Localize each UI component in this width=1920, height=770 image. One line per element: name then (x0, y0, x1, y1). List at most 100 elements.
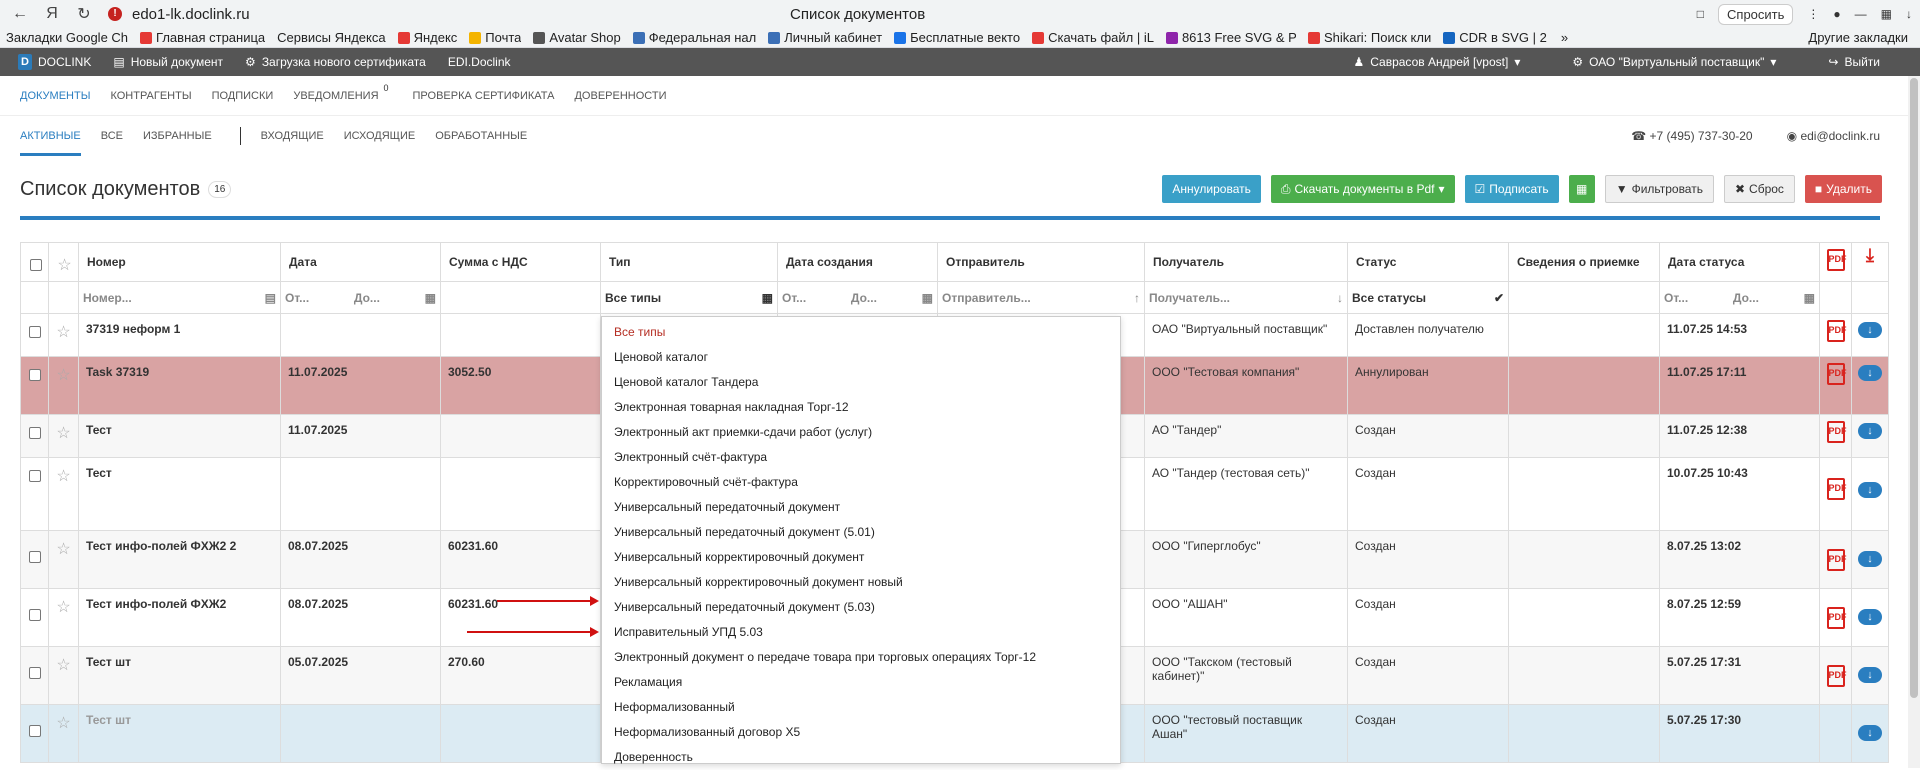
menu-icon[interactable]: ⋮ (1807, 7, 1819, 21)
bookmark-icon[interactable]: □ (1697, 7, 1704, 21)
doclink-logo[interactable]: D DOCLINK (18, 54, 91, 70)
email-contact[interactable]: ◉ edi@doclink.ru (1787, 129, 1880, 143)
row-checkbox[interactable] (28, 609, 41, 621)
yandex-icon[interactable]: Я (40, 5, 64, 23)
row-checkbox[interactable] (28, 667, 41, 679)
favorite-star-icon[interactable]: ☆ (48, 457, 79, 531)
type-option[interactable]: Доверенность (602, 745, 1120, 770)
type-filter-select[interactable]: Все типы ▦ (605, 291, 773, 305)
col-acceptance[interactable]: Сведения о приемке (1508, 242, 1660, 282)
cloud-download-icon[interactable]: ↓ (1858, 322, 1882, 338)
sort-down-icon[interactable]: ↓ (1337, 291, 1343, 305)
pdf-icon[interactable]: PDF (1826, 607, 1847, 629)
tab-incoming[interactable]: ВХОДЯЩИЕ (261, 116, 324, 156)
col-sum[interactable]: Сумма с НДС (440, 242, 601, 282)
annul-button[interactable]: Аннулировать (1162, 175, 1261, 203)
tab-favorites[interactable]: ИЗБРАННЫЕ (143, 116, 212, 156)
favorite-star-icon[interactable]: ☆ (48, 414, 79, 458)
type-option[interactable]: Универсальный передаточный документ (602, 495, 1120, 520)
tab-processed[interactable]: ОБРАБОТАННЫЕ (435, 116, 527, 156)
type-option[interactable]: Электронная товарная накладная Торг-12 (602, 395, 1120, 420)
status-filter-select[interactable]: Все статусы ✔ (1352, 291, 1504, 305)
user-menu[interactable]: ♟ Саврасов Андрей [vpost] ▾ (1353, 55, 1520, 69)
cell-number[interactable]: Тест шт (78, 704, 281, 763)
extensions-icon[interactable]: ▦ (1881, 7, 1892, 21)
upload-certificate-link[interactable]: ⚙ Загрузка нового сертификата (245, 55, 426, 69)
cloud-download-icon[interactable]: ↓ (1858, 667, 1882, 683)
col-receiver[interactable]: Получатель (1144, 242, 1348, 282)
favorite-star-icon[interactable]: ☆ (48, 588, 79, 647)
cloud-download-icon[interactable]: ↓ (1858, 609, 1882, 625)
type-option[interactable]: Универсальный корректировочный документ … (602, 570, 1120, 595)
number-filter-input[interactable]: Номер... ▤ (83, 291, 276, 305)
back-icon[interactable]: ← (8, 5, 32, 23)
nav-check-certificate[interactable]: ПРОВЕРКА СЕРТИФИКАТА (413, 90, 555, 102)
type-option[interactable]: Ценовой каталог Тандера (602, 370, 1120, 395)
bookmark-item[interactable]: Федеральная нал (632, 30, 756, 45)
col-status-date[interactable]: Дата статуса (1659, 242, 1820, 282)
nav-contractors[interactable]: КОНТРАГЕНТЫ (110, 90, 191, 102)
favorite-star-icon[interactable]: ☆ (48, 356, 79, 415)
bookmark-item[interactable]: CDR в SVG | 2 (1443, 30, 1547, 45)
col-status[interactable]: Статус (1347, 242, 1509, 282)
col-number[interactable]: Номер (78, 242, 281, 282)
cloud-download-icon[interactable]: ↓ (1858, 551, 1882, 567)
bookmark-item[interactable]: Сервисы Яндекса (277, 30, 385, 45)
bookmark-item[interactable]: Avatar Shop (533, 30, 621, 45)
calendar-icon[interactable]: ▦ (922, 291, 933, 305)
row-checkbox[interactable] (28, 427, 41, 439)
row-checkbox[interactable] (28, 470, 41, 482)
list-icon[interactable]: ▤ (265, 291, 276, 305)
type-option[interactable]: Электронный акт приемки-сдачи работ (усл… (602, 420, 1120, 445)
col-sender[interactable]: Отправитель (937, 242, 1145, 282)
bookmark-item[interactable]: Яндекс (397, 30, 457, 45)
cell-number[interactable]: 37319 неформ 1 (78, 313, 281, 357)
scrollbar-thumb[interactable] (1910, 78, 1918, 698)
row-checkbox[interactable] (28, 326, 41, 338)
sign-button[interactable]: ☑ Подписать (1464, 175, 1559, 203)
type-option[interactable]: Корректировочный счёт-фактура (602, 470, 1120, 495)
pdf-icon[interactable]: PDF (1826, 320, 1847, 342)
cell-number[interactable]: Тест (78, 414, 281, 458)
date-filter[interactable]: От... До... ▦ (285, 291, 436, 305)
receiver-filter-input[interactable]: Получатель... ↓ (1149, 291, 1343, 305)
pdf-icon[interactable]: PDF (1826, 478, 1847, 500)
col-date[interactable]: Дата (280, 242, 441, 282)
more-bookmarks-icon[interactable]: » (1561, 30, 1568, 45)
cloud-download-icon[interactable]: ↓ (1858, 725, 1882, 741)
favorite-star-icon[interactable]: ☆ (48, 313, 79, 357)
delete-button[interactable]: ■ Удалить (1804, 175, 1882, 203)
minimize-icon[interactable]: — (1855, 7, 1867, 21)
type-option[interactable]: Электронный документ о передаче товара п… (602, 645, 1120, 670)
pdf-icon[interactable]: PDF (1826, 665, 1847, 687)
reload-icon[interactable]: ↻ (72, 4, 96, 24)
logout-link[interactable]: ↪ Выйти (1828, 55, 1880, 69)
other-bookmarks[interactable]: Другие закладки (1808, 30, 1908, 45)
bookmark-item[interactable]: Скачать файл | iL (1032, 30, 1154, 45)
col-created[interactable]: Дата создания (777, 242, 938, 282)
cell-number[interactable]: Тест инфо-полей ФХЖ2 2 (78, 530, 281, 589)
nav-documents[interactable]: ДОКУМЕНТЫ (20, 90, 90, 102)
type-option[interactable]: Универсальный передаточный документ (5.0… (602, 520, 1120, 545)
cell-number[interactable]: Тест (78, 457, 281, 531)
download-pdf-button[interactable]: ⎙ Скачать документы в Pdf ▾ (1270, 175, 1455, 203)
nav-notifications[interactable]: УВЕДОМЛЕНИЯ 0 (293, 83, 388, 102)
type-option[interactable]: Неформализованный договор X5 (602, 720, 1120, 745)
bookmark-item[interactable]: Главная страница (140, 30, 265, 45)
type-option[interactable]: Все типы (602, 320, 1120, 345)
sort-up-icon[interactable]: ↑ (1134, 291, 1140, 305)
calendar-icon[interactable]: ▦ (1804, 291, 1815, 305)
status-date-filter[interactable]: От... До... ▦ (1664, 291, 1815, 305)
type-option[interactable]: Электронный счёт-фактура (602, 445, 1120, 470)
bookmark-item[interactable]: Shikari: Поиск кли (1307, 30, 1431, 45)
calendar-icon[interactable]: ▦ (762, 291, 773, 305)
pdf-icon[interactable]: PDF (1826, 249, 1847, 271)
check-icon[interactable]: ✔ (1494, 291, 1504, 305)
bookmark-item[interactable]: Почта (469, 30, 521, 45)
favorite-star-icon[interactable]: ☆ (48, 530, 79, 589)
pdf-icon[interactable]: PDF (1826, 549, 1847, 571)
type-option[interactable]: Рекламация (602, 670, 1120, 695)
ask-button[interactable]: Спросить (1718, 3, 1794, 25)
tab-all[interactable]: ВСЕ (101, 116, 123, 156)
row-checkbox[interactable] (28, 725, 41, 737)
